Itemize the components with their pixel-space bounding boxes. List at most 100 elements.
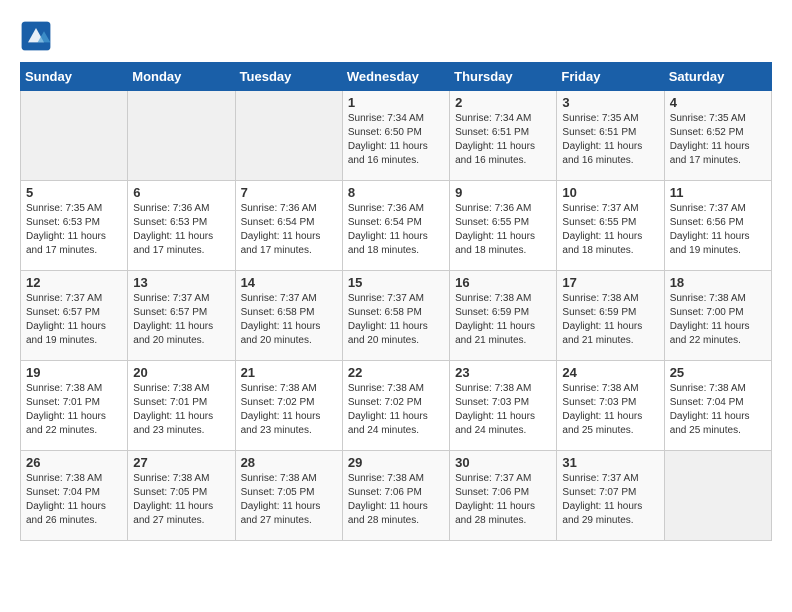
day-number: 31 xyxy=(562,455,658,470)
weekday-header-tuesday: Tuesday xyxy=(235,63,342,91)
day-info: Sunrise: 7:35 AM Sunset: 6:52 PM Dayligh… xyxy=(670,112,766,168)
weekday-header-monday: Monday xyxy=(128,63,235,91)
calendar-cell: 24Sunrise: 7:38 AM Sunset: 7:03 PM Dayli… xyxy=(557,361,664,451)
weekday-header-saturday: Saturday xyxy=(664,63,771,91)
day-number: 18 xyxy=(670,275,766,290)
calendar-cell: 11 Sunrise: 7:37 AM Sunset: 6:56 PM Dayli… xyxy=(664,181,771,271)
day-number: 28 xyxy=(241,455,337,470)
calendar-cell: 30 Sunrise: 7:37 AM Sunset: 7:06 PM Dayli… xyxy=(450,451,557,541)
day-info: Sunrise: 7:37 AM Sunset: 6:58 PM Dayligh… xyxy=(241,292,337,348)
calendar-cell: 16 Sunrise: 7:38 AM Sunset: 6:59 PM Dayli… xyxy=(450,271,557,361)
day-number: 12 xyxy=(26,275,122,290)
day-info: Sunrise: 7:37 AM Sunset: 6:58 PM Dayligh… xyxy=(348,292,444,348)
day-info: Sunrise: 7:37 AM Sunset: 7:07 PM Dayligh… xyxy=(562,472,658,528)
day-number: 11 xyxy=(670,185,766,200)
calendar-cell: 13 Sunrise: 7:37 AM Sunset: 6:57 PM Dayli… xyxy=(128,271,235,361)
day-number: 3 xyxy=(562,95,658,110)
calendar-cell: 20 Sunrise: 7:38 AM Sunset: 7:01 PM Dayli… xyxy=(128,361,235,451)
day-info: Sunrise: 7:38 AM Sunset: 7:02 PM Dayligh… xyxy=(348,382,444,438)
day-number: 13 xyxy=(133,275,229,290)
day-info: Sunrise: 7:38 AM Sunset: 6:59 PM Dayligh… xyxy=(562,292,658,348)
day-info: Sunrise: 7:38 AM Sunset: 7:04 PM Dayligh… xyxy=(26,472,122,528)
calendar-cell: 27 Sunrise: 7:38 AM Sunset: 7:05 PM Dayli… xyxy=(128,451,235,541)
day-info: Sunrise: 7:37 AM Sunset: 6:55 PM Dayligh… xyxy=(562,202,658,258)
calendar-cell: 3 Sunrise: 7:35 AM Sunset: 6:51 PM Daylig… xyxy=(557,91,664,181)
day-number: 9 xyxy=(455,185,551,200)
calendar-cell: 8Sunrise: 7:36 AM Sunset: 6:54 PM Daylig… xyxy=(342,181,449,271)
calendar-cell: 1 Sunrise: 7:34 AM Sunset: 6:50 PM Daylig… xyxy=(342,91,449,181)
weekday-header-row: SundayMondayTuesdayWednesdayThursdayFrid… xyxy=(21,63,772,91)
calendar-cell: 22 Sunrise: 7:38 AM Sunset: 7:02 PM Dayli… xyxy=(342,361,449,451)
day-info: Sunrise: 7:37 AM Sunset: 6:56 PM Dayligh… xyxy=(670,202,766,258)
calendar-cell xyxy=(21,91,128,181)
calendar-cell: 25Sunrise: 7:38 AM Sunset: 7:04 PM Dayli… xyxy=(664,361,771,451)
calendar-cell xyxy=(664,451,771,541)
day-number: 22 xyxy=(348,365,444,380)
weekday-header-friday: Friday xyxy=(557,63,664,91)
calendar-week-row: 19Sunrise: 7:38 AM Sunset: 7:01 PM Dayli… xyxy=(21,361,772,451)
day-info: Sunrise: 7:37 AM Sunset: 6:57 PM Dayligh… xyxy=(26,292,122,348)
logo xyxy=(20,20,56,52)
calendar-cell: 9 Sunrise: 7:36 AM Sunset: 6:55 PM Daylig… xyxy=(450,181,557,271)
day-info: Sunrise: 7:35 AM Sunset: 6:51 PM Dayligh… xyxy=(562,112,658,168)
day-info: Sunrise: 7:36 AM Sunset: 6:54 PM Dayligh… xyxy=(241,202,337,258)
day-info: Sunrise: 7:37 AM Sunset: 7:06 PM Dayligh… xyxy=(455,472,551,528)
day-info: Sunrise: 7:36 AM Sunset: 6:53 PM Dayligh… xyxy=(133,202,229,258)
day-number: 20 xyxy=(133,365,229,380)
day-info: Sunrise: 7:36 AM Sunset: 6:55 PM Dayligh… xyxy=(455,202,551,258)
calendar-week-row: 12 Sunrise: 7:37 AM Sunset: 6:57 PM Dayli… xyxy=(21,271,772,361)
day-number: 10 xyxy=(562,185,658,200)
day-number: 27 xyxy=(133,455,229,470)
calendar-cell: 5 Sunrise: 7:35 AM Sunset: 6:53 PM Daylig… xyxy=(21,181,128,271)
day-number: 26 xyxy=(26,455,122,470)
calendar-cell: 4 Sunrise: 7:35 AM Sunset: 6:52 PM Daylig… xyxy=(664,91,771,181)
day-number: 6 xyxy=(133,185,229,200)
day-number: 24 xyxy=(562,365,658,380)
day-info: Sunrise: 7:34 AM Sunset: 6:50 PM Dayligh… xyxy=(348,112,444,168)
calendar-table: SundayMondayTuesdayWednesdayThursdayFrid… xyxy=(20,62,772,541)
calendar-cell: 15 Sunrise: 7:37 AM Sunset: 6:58 PM Dayli… xyxy=(342,271,449,361)
calendar-week-row: 5 Sunrise: 7:35 AM Sunset: 6:53 PM Daylig… xyxy=(21,181,772,271)
weekday-header-wednesday: Wednesday xyxy=(342,63,449,91)
weekday-header-sunday: Sunday xyxy=(21,63,128,91)
calendar-cell: 12 Sunrise: 7:37 AM Sunset: 6:57 PM Dayli… xyxy=(21,271,128,361)
calendar-cell: 29Sunrise: 7:38 AM Sunset: 7:06 PM Dayli… xyxy=(342,451,449,541)
logo-icon xyxy=(20,20,52,52)
calendar-week-row: 1 Sunrise: 7:34 AM Sunset: 6:50 PM Daylig… xyxy=(21,91,772,181)
day-info: Sunrise: 7:38 AM Sunset: 7:01 PM Dayligh… xyxy=(133,382,229,438)
day-info: Sunrise: 7:37 AM Sunset: 6:57 PM Dayligh… xyxy=(133,292,229,348)
calendar-cell: 10 Sunrise: 7:37 AM Sunset: 6:55 PM Dayli… xyxy=(557,181,664,271)
day-number: 30 xyxy=(455,455,551,470)
day-info: Sunrise: 7:38 AM Sunset: 7:01 PM Dayligh… xyxy=(26,382,122,438)
day-number: 21 xyxy=(241,365,337,380)
calendar-cell: 19Sunrise: 7:38 AM Sunset: 7:01 PM Dayli… xyxy=(21,361,128,451)
calendar-cell: 6 Sunrise: 7:36 AM Sunset: 6:53 PM Daylig… xyxy=(128,181,235,271)
day-number: 16 xyxy=(455,275,551,290)
day-number: 2 xyxy=(455,95,551,110)
calendar-cell: 26 Sunrise: 7:38 AM Sunset: 7:04 PM Dayli… xyxy=(21,451,128,541)
day-number: 7 xyxy=(241,185,337,200)
calendar-cell: 17 Sunrise: 7:38 AM Sunset: 6:59 PM Dayli… xyxy=(557,271,664,361)
calendar-cell xyxy=(128,91,235,181)
day-info: Sunrise: 7:38 AM Sunset: 7:00 PM Dayligh… xyxy=(670,292,766,348)
calendar-cell: 2Sunrise: 7:34 AM Sunset: 6:51 PM Daylig… xyxy=(450,91,557,181)
day-info: Sunrise: 7:38 AM Sunset: 7:05 PM Dayligh… xyxy=(133,472,229,528)
day-number: 4 xyxy=(670,95,766,110)
day-number: 14 xyxy=(241,275,337,290)
calendar-cell: 14 Sunrise: 7:37 AM Sunset: 6:58 PM Dayli… xyxy=(235,271,342,361)
day-number: 15 xyxy=(348,275,444,290)
page-header xyxy=(20,20,772,52)
day-info: Sunrise: 7:38 AM Sunset: 7:06 PM Dayligh… xyxy=(348,472,444,528)
day-info: Sunrise: 7:38 AM Sunset: 7:02 PM Dayligh… xyxy=(241,382,337,438)
day-info: Sunrise: 7:35 AM Sunset: 6:53 PM Dayligh… xyxy=(26,202,122,258)
day-info: Sunrise: 7:38 AM Sunset: 7:03 PM Dayligh… xyxy=(455,382,551,438)
day-number: 17 xyxy=(562,275,658,290)
calendar-cell xyxy=(235,91,342,181)
day-info: Sunrise: 7:38 AM Sunset: 6:59 PM Dayligh… xyxy=(455,292,551,348)
calendar-cell: 7 Sunrise: 7:36 AM Sunset: 6:54 PM Daylig… xyxy=(235,181,342,271)
calendar-cell: 23Sunrise: 7:38 AM Sunset: 7:03 PM Dayli… xyxy=(450,361,557,451)
day-info: Sunrise: 7:36 AM Sunset: 6:54 PM Dayligh… xyxy=(348,202,444,258)
day-number: 5 xyxy=(26,185,122,200)
weekday-header-thursday: Thursday xyxy=(450,63,557,91)
day-number: 1 xyxy=(348,95,444,110)
